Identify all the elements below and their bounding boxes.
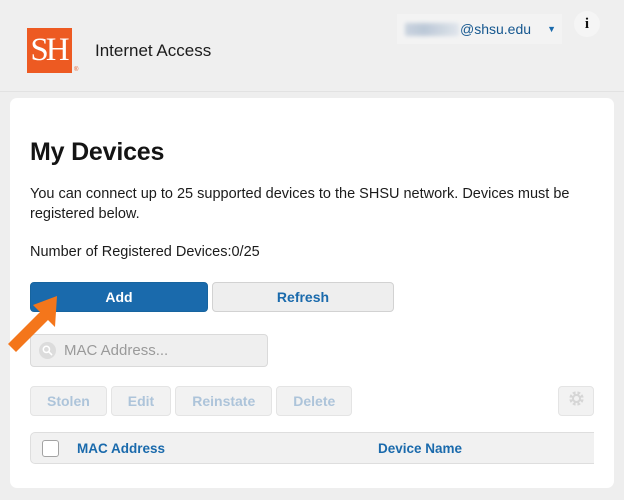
page-description: You can connect up to 25 supported devic… — [30, 184, 570, 224]
column-header-mac-address[interactable]: MAC Address — [77, 441, 165, 456]
chevron-down-icon[interactable]: ▼ — [533, 25, 556, 34]
account-domain: @shsu.edu — [460, 21, 531, 37]
page-title: My Devices — [30, 138, 614, 167]
brand: SH ® Internet Access — [27, 28, 211, 73]
select-all-checkbox[interactable] — [42, 440, 59, 457]
registered-device-count: Number of Registered Devices:0/25 — [30, 244, 614, 260]
info-button[interactable]: i — [574, 11, 600, 37]
edit-button[interactable]: Edit — [111, 386, 171, 416]
delete-button[interactable]: Delete — [276, 386, 352, 416]
devices-card: My Devices You can connect up to 25 supp… — [10, 98, 614, 488]
shsu-logo-trademark: ® — [74, 67, 78, 73]
app-header: SH ® Internet Access @shsu.edu ▼ i — [0, 0, 624, 92]
info-icon: i — [585, 17, 589, 32]
account-username-redacted — [405, 23, 459, 36]
column-header-device-name[interactable]: Device Name — [378, 441, 462, 456]
device-action-row: Stolen Edit Reinstate Delete — [30, 386, 594, 416]
add-button[interactable]: Add — [30, 282, 208, 312]
search-icon — [39, 342, 56, 359]
settings-button[interactable] — [558, 386, 594, 416]
stolen-button[interactable]: Stolen — [30, 386, 107, 416]
mac-search-field[interactable] — [30, 334, 268, 367]
search-input[interactable] — [64, 342, 259, 359]
account-menu[interactable]: @shsu.edu ▼ — [397, 14, 562, 44]
shsu-logo-icon: SH ® — [27, 28, 72, 73]
table-header-row: MAC Address Device Name Descripti — [30, 432, 594, 464]
devices-table: MAC Address Device Name Descripti — [30, 432, 594, 464]
reinstate-button[interactable]: Reinstate — [175, 386, 272, 416]
primary-button-row: Add Refresh — [30, 282, 614, 312]
gear-icon — [568, 390, 585, 412]
shsu-logo-letters: SH — [27, 28, 72, 73]
refresh-button[interactable]: Refresh — [212, 282, 394, 312]
app-title: Internet Access — [95, 41, 211, 61]
